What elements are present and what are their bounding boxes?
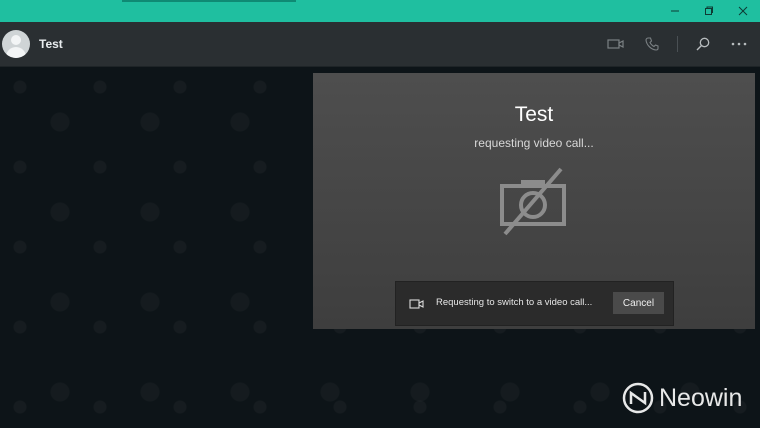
title-tab-indicator xyxy=(122,0,296,2)
restore-icon[interactable] xyxy=(692,0,726,22)
header-separator xyxy=(677,36,678,52)
video-call-icon[interactable] xyxy=(605,33,627,55)
neowin-logo-icon xyxy=(622,382,654,414)
voice-call-icon[interactable] xyxy=(641,33,663,55)
watermark: Neowin xyxy=(622,380,742,416)
contact-name[interactable]: Test xyxy=(39,37,63,51)
avatar[interactable] xyxy=(2,30,30,58)
notification-text: Requesting to switch to a video call... xyxy=(436,297,593,308)
search-icon[interactable] xyxy=(692,33,714,55)
window-controls xyxy=(658,0,760,22)
more-options-icon[interactable] xyxy=(728,33,750,55)
call-status: requesting video call... xyxy=(474,136,594,150)
call-contact-name: Test xyxy=(514,103,554,126)
header-actions xyxy=(591,33,750,55)
chat-header: Test xyxy=(0,22,760,67)
watermark-brand: Neowin xyxy=(659,383,743,412)
close-icon[interactable] xyxy=(726,0,760,22)
video-camera-icon xyxy=(409,297,425,309)
cancel-button[interactable]: Cancel xyxy=(613,292,664,314)
camera-off-icon xyxy=(499,166,569,238)
video-request-notification: Requesting to switch to a video call... … xyxy=(395,281,674,326)
minimize-icon[interactable] xyxy=(658,0,692,22)
window-titlebar[interactable] xyxy=(0,0,760,22)
